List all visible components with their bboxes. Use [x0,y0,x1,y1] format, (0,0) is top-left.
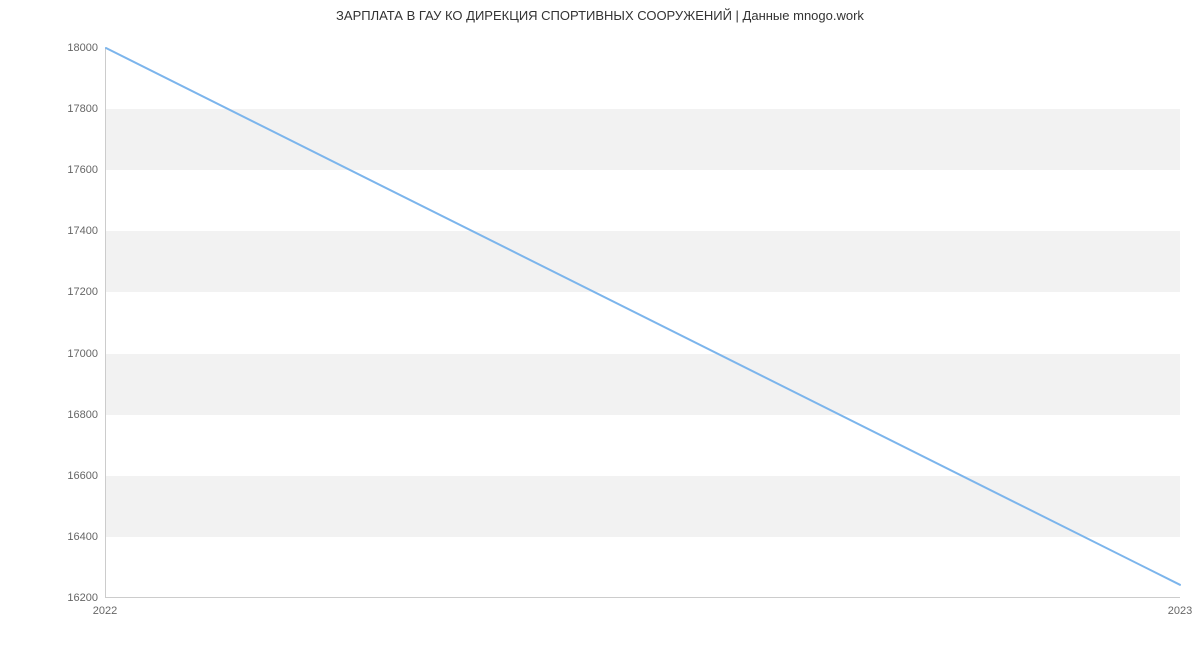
y-tick-label: 16600 [8,470,98,482]
y-tick-label: 17000 [8,348,98,360]
data-line [106,48,1180,597]
chart-container: ЗАРПЛАТА В ГАУ КО ДИРЕКЦИЯ СПОРТИВНЫХ СО… [0,0,1200,650]
y-tick-label: 18000 [8,42,98,54]
y-tick-label: 17400 [8,225,98,237]
y-tick-label: 16400 [8,531,98,543]
x-tick-label: 2022 [93,605,117,617]
y-tick-label: 17200 [8,286,98,298]
y-tick-label: 17800 [8,103,98,115]
plot-area [105,48,1180,598]
x-tick-label: 2023 [1168,605,1192,617]
y-tick-label: 16800 [8,409,98,421]
y-tick-label: 17600 [8,164,98,176]
chart-title: ЗАРПЛАТА В ГАУ КО ДИРЕКЦИЯ СПОРТИВНЫХ СО… [0,8,1200,23]
y-tick-label: 16200 [8,592,98,604]
